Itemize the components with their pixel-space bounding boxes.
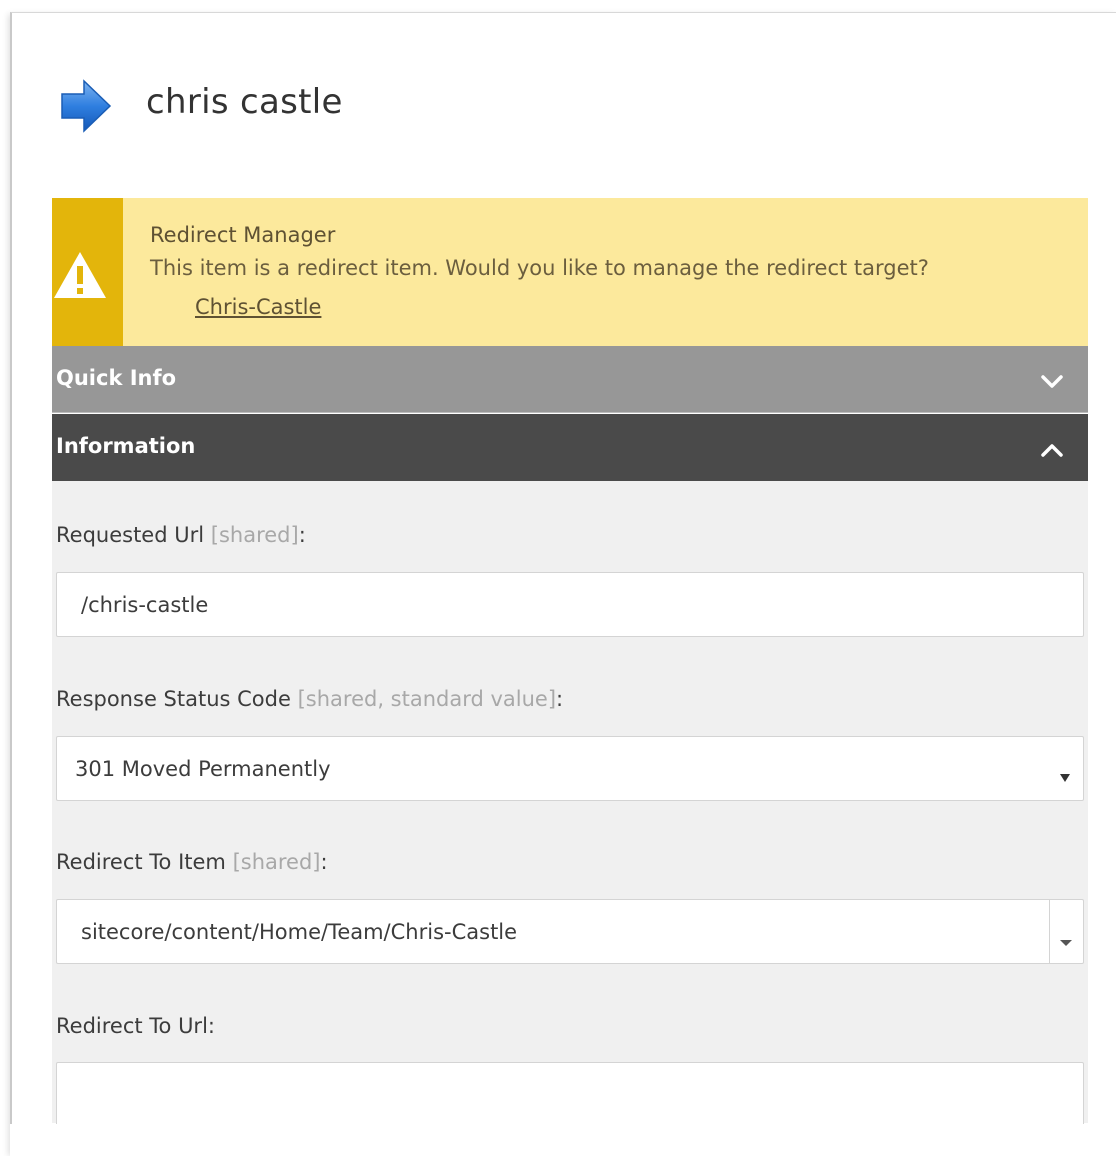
response-status-code-value: 301 Moved Permanently: [75, 757, 331, 781]
response-status-code-label-suffix: :: [556, 687, 564, 711]
redirect-to-item-combobox[interactable]: sitecore/content/Home/Team/Chris-Castle: [56, 899, 1084, 964]
combobox-divider: [1049, 900, 1050, 963]
warning-message: This item is a redirect item. Would you …: [150, 256, 929, 280]
redirect-to-url-input[interactable]: [56, 1062, 1084, 1132]
requested-url-value: /chris-castle: [81, 593, 209, 617]
redirect-manager-warning: Redirect Manager This item is a redirect…: [52, 198, 1088, 346]
section-quick-info-label: Quick Info: [56, 366, 177, 390]
warning-side-bar: [52, 198, 123, 346]
redirect-to-url-label: Redirect To Url:: [56, 1014, 215, 1038]
requested-url-label: Requested Url [shared]:: [56, 523, 306, 547]
redirect-to-item-label-meta: [shared]: [232, 850, 321, 874]
redirect-to-item-label: Redirect To Item [shared]:: [56, 850, 328, 874]
requested-url-input[interactable]: /chris-castle: [56, 572, 1084, 637]
response-status-code-label-meta: [shared, standard value]: [297, 687, 557, 711]
redirect-to-item-value: sitecore/content/Home/Team/Chris-Castle: [81, 920, 518, 944]
requested-url-label-suffix: :: [298, 523, 306, 547]
requested-url-label-text: Requested Url: [56, 523, 205, 547]
dropdown-arrow-icon[interactable]: [1059, 764, 1071, 788]
warning-title: Redirect Manager: [150, 223, 336, 247]
chevron-up-icon[interactable]: [1041, 438, 1063, 462]
redirect-to-item-label-suffix: :: [320, 850, 328, 874]
information-fields: Requested Url [shared]: /chris-castle Re…: [52, 481, 1088, 1132]
redirect-to-item-label-text: Redirect To Item: [56, 850, 226, 874]
section-quick-info[interactable]: Quick Info: [52, 346, 1088, 413]
blue-arrow-right-icon: [58, 78, 114, 134]
section-information-label: Information: [56, 434, 196, 458]
page-title: chris castle: [146, 82, 343, 122]
chevron-down-icon[interactable]: [1041, 370, 1063, 394]
response-status-code-select[interactable]: 301 Moved Permanently: [56, 736, 1084, 801]
item-header: [58, 78, 114, 134]
redirect-to-url-label-text: Redirect To Url:: [56, 1014, 215, 1038]
redirect-target-link[interactable]: Chris-Castle: [195, 295, 321, 319]
chevron-down-icon[interactable]: [1059, 928, 1073, 952]
requested-url-label-meta: [shared]: [210, 523, 299, 547]
section-information[interactable]: Information: [52, 414, 1088, 481]
panel-bottom: [10, 1124, 1116, 1156]
response-status-code-label: Response Status Code [shared, standard v…: [56, 687, 563, 711]
response-status-code-label-text: Response Status Code: [56, 687, 291, 711]
